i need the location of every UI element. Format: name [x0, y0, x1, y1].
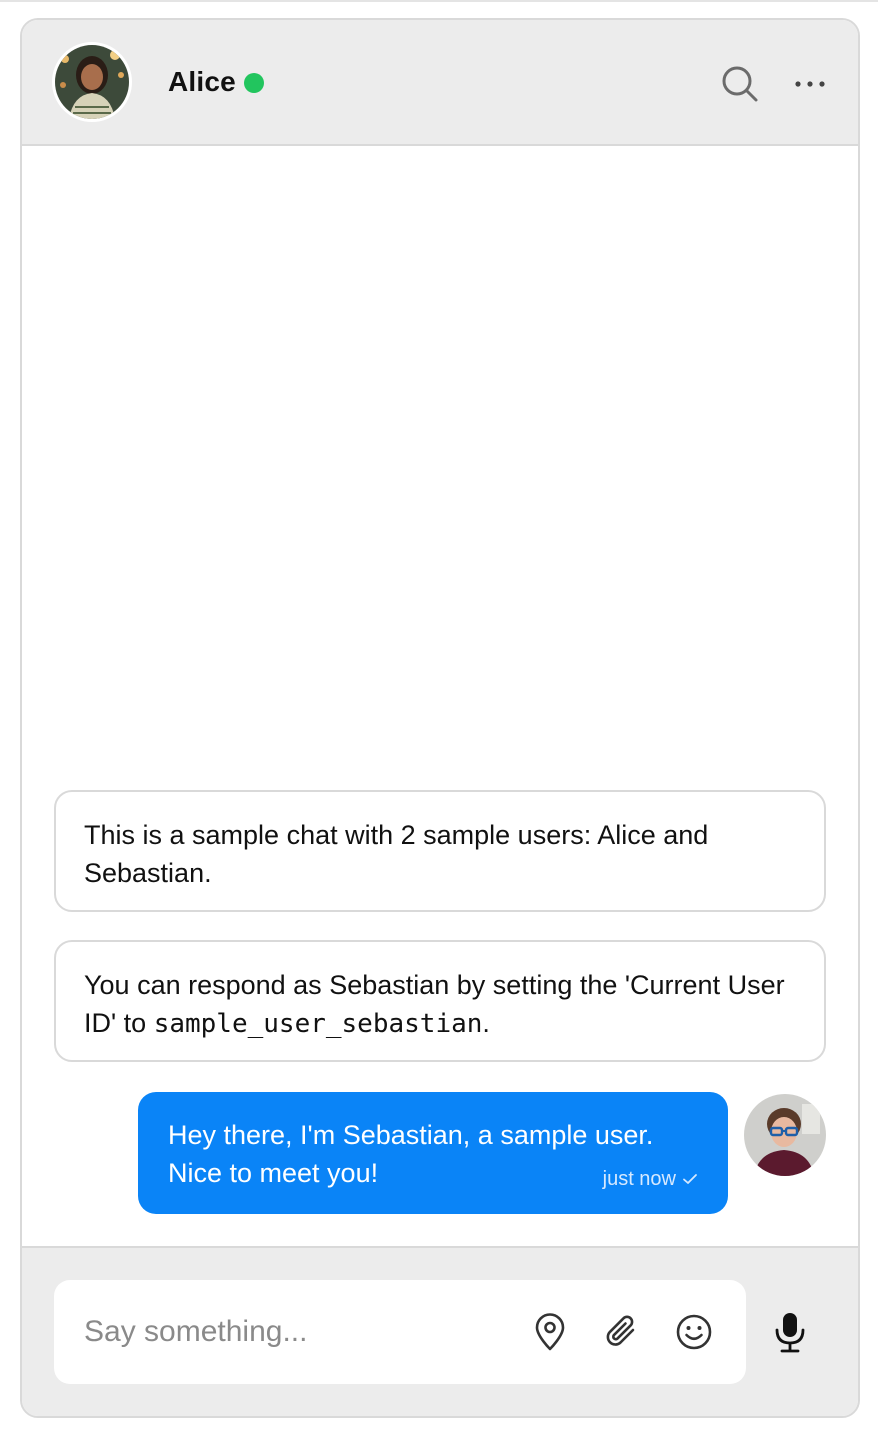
system-message: This is a sample chat with 2 sample user… [54, 790, 826, 912]
share-location-button[interactable] [530, 1312, 570, 1352]
online-status-dot [244, 73, 264, 93]
system-message: You can respond as Sebastian by setting … [54, 940, 826, 1062]
microphone-icon [775, 1313, 805, 1353]
chat-header: Alice [22, 20, 858, 146]
sender-avatar[interactable] [744, 1094, 826, 1176]
more-horizontal-icon [795, 81, 825, 87]
user-id-code: sample_user_sebastian [153, 1009, 483, 1039]
system-message-text-end: . [482, 1008, 490, 1038]
top-divider [0, 0, 878, 2]
search-button[interactable] [718, 62, 762, 106]
smiley-icon [676, 1314, 712, 1350]
voice-message-button[interactable] [770, 1310, 810, 1354]
outgoing-message-bubble[interactable]: Hey there, I'm Sebastian, a sample user.… [138, 1092, 728, 1214]
message-meta: just now [603, 1160, 698, 1198]
emoji-button[interactable] [674, 1312, 714, 1352]
check-icon [683, 1174, 697, 1184]
outgoing-message-text: Hey there, I'm Sebastian, a sample user.… [168, 1120, 654, 1188]
message-composer [22, 1246, 858, 1416]
message-list[interactable]: This is a sample chat with 2 sample user… [22, 148, 858, 1246]
system-message-text: This is a sample chat with 2 sample user… [84, 820, 709, 888]
chat-window: Alice This is a sample chat with 2 sampl… [20, 18, 860, 1418]
contact-avatar[interactable] [52, 42, 132, 122]
message-input[interactable] [84, 1308, 484, 1356]
message-time: just now [602, 1168, 676, 1190]
attach-file-button[interactable] [602, 1312, 642, 1352]
input-container [54, 1280, 746, 1384]
more-options-button[interactable] [788, 62, 832, 106]
paperclip-icon [606, 1315, 635, 1346]
contact-name: Alice [168, 66, 236, 97]
search-icon [722, 66, 758, 102]
location-pin-icon [535, 1313, 565, 1351]
